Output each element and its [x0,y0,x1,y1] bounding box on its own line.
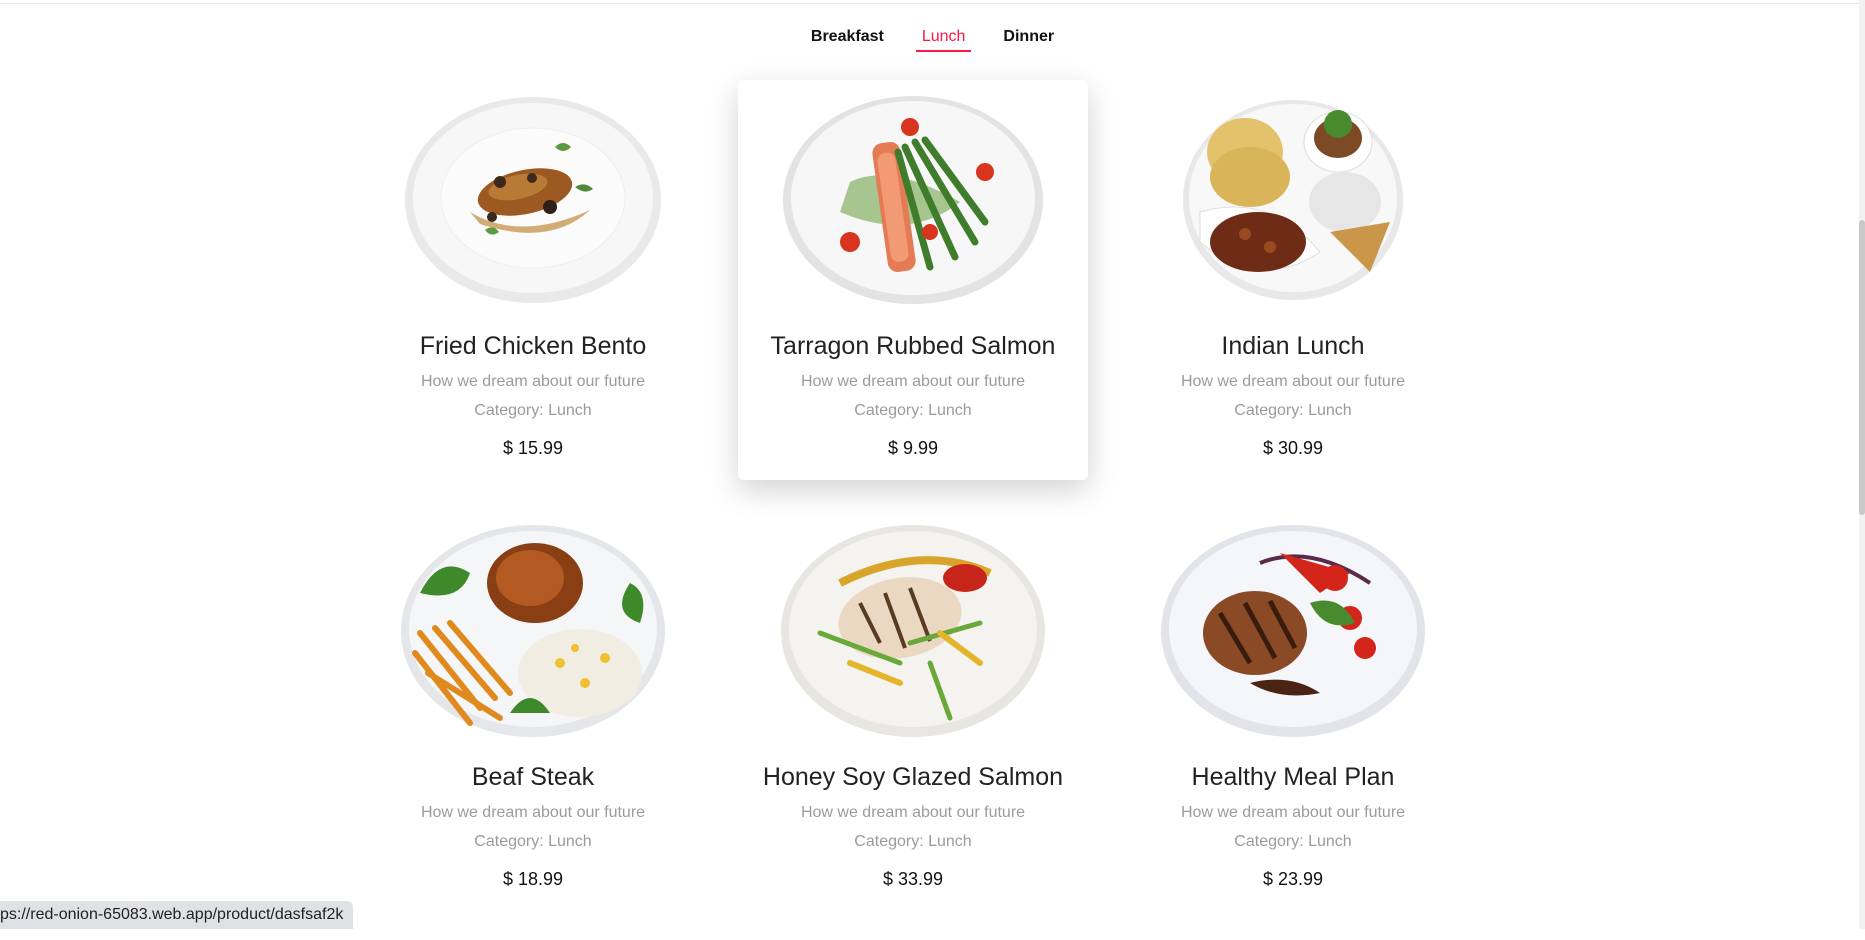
food-category: Category: Lunch [1118,402,1468,420]
food-title: Honey Soy Glazed Salmon [738,763,1088,792]
food-description: How we dream about our future [738,373,1088,391]
food-card-tarragon-rubbed-salmon[interactable]: Tarragon Rubbed Salmon How we dream abou… [738,80,1088,480]
food-image[interactable] [1160,92,1426,308]
food-category: Category: Lunch [358,833,708,851]
meal-tabs: Breakfast Lunch Dinner [0,26,1865,52]
food-title: Healthy Meal Plan [1118,763,1468,792]
food-card-healthy-meal-plan[interactable]: Healthy Meal Plan How we dream about our… [1118,511,1468,911]
food-grid: Fried Chicken Bento How we dream about o… [0,80,1865,940]
page-scrollbar[interactable] [1859,0,1865,929]
food-card-indian-lunch[interactable]: Indian Lunch How we dream about our futu… [1118,80,1468,480]
tab-breakfast[interactable]: Breakfast [805,26,890,52]
scrollbar-thumb[interactable] [1859,220,1865,515]
food-price: $ 15.99 [358,438,708,459]
food-category: Category: Lunch [738,402,1088,420]
tab-dinner[interactable]: Dinner [997,26,1060,52]
food-price: $ 23.99 [1118,869,1468,890]
food-card-beaf-steak[interactable]: Beaf Steak How we dream about our future… [358,511,708,911]
top-divider [0,0,1865,4]
food-image[interactable] [400,523,666,739]
food-category: Category: Lunch [1118,833,1468,851]
food-description: How we dream about our future [738,804,1088,822]
food-price: $ 18.99 [358,869,708,890]
food-category: Category: Lunch [358,402,708,420]
food-description: How we dream about our future [1118,373,1468,391]
food-title: Tarragon Rubbed Salmon [738,332,1088,361]
food-price: $ 30.99 [1118,438,1468,459]
food-category: Category: Lunch [738,833,1088,851]
food-description: How we dream about our future [1118,804,1468,822]
food-description: How we dream about our future [358,373,708,391]
food-price: $ 9.99 [738,438,1088,459]
food-image[interactable] [400,92,666,308]
food-card-fried-chicken-bento[interactable]: Fried Chicken Bento How we dream about o… [358,80,708,480]
food-title: Beaf Steak [358,763,708,792]
status-bar-url: ps://red-onion-65083.web.app/product/das… [0,901,353,929]
food-card-honey-soy-glazed-salmon[interactable]: Honey Soy Glazed Salmon How we dream abo… [738,511,1088,911]
food-title: Indian Lunch [1118,332,1468,361]
food-image[interactable] [780,92,1046,308]
food-description: How we dream about our future [358,804,708,822]
tab-lunch[interactable]: Lunch [916,26,972,52]
food-price: $ 33.99 [738,869,1088,890]
food-title: Fried Chicken Bento [358,332,708,361]
food-image[interactable] [780,523,1046,739]
food-image[interactable] [1160,523,1426,739]
